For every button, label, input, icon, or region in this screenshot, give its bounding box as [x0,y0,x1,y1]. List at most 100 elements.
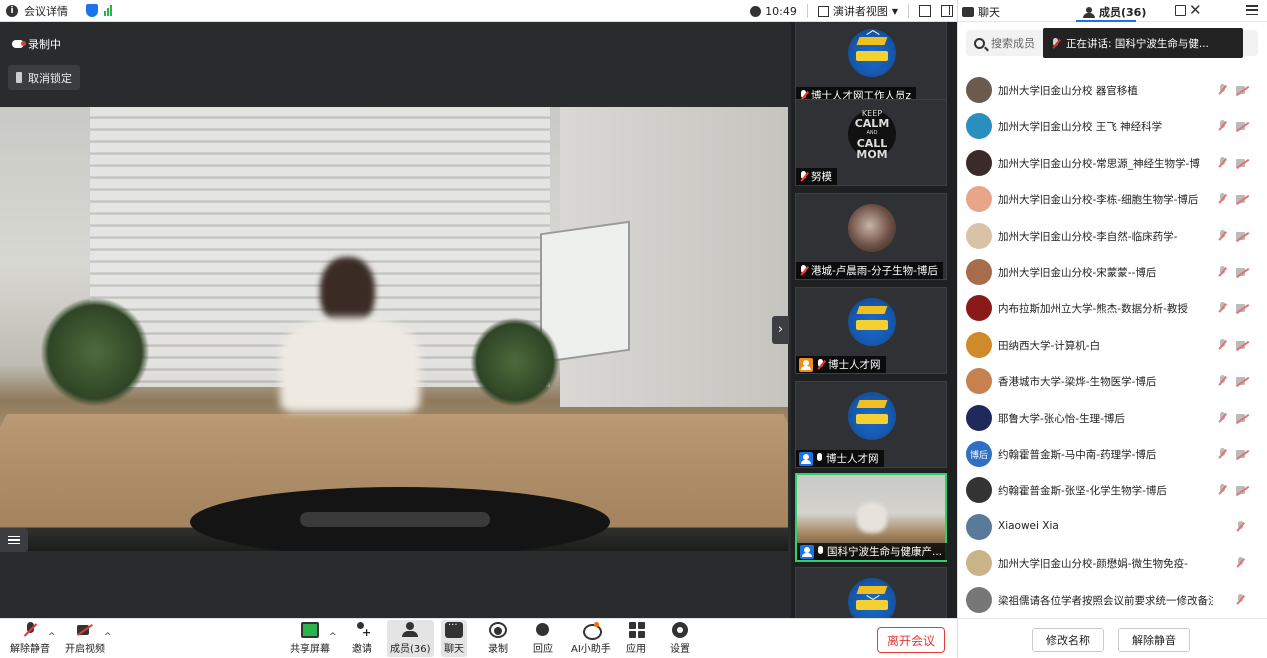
people-icon [1083,6,1095,18]
ai-assistant-button[interactable]: AI小助手 [571,622,611,655]
unmute-self-button[interactable]: 解除静音 [1118,628,1190,652]
camera-off-icon[interactable] [1236,303,1249,313]
hamburger-menu-icon[interactable] [1246,5,1258,15]
mic-muted-icon[interactable] [1218,302,1227,314]
tab-chat[interactable]: 聊天 [962,4,1000,20]
camera-off-icon[interactable] [1236,158,1249,168]
member-row[interactable]: 加州大学旧金山分校-李自然-临床药学- [958,218,1267,254]
video-options-caret-icon[interactable]: ^ [104,632,112,642]
member-row[interactable]: 约翰霍普金斯-张坚-化学生物学-博后 [958,472,1267,508]
members-button[interactable]: 成员(36) [387,620,434,657]
popout-icon[interactable] [1175,5,1186,16]
apps-grid-icon [627,622,645,638]
leave-meeting-button[interactable]: 离开会议 [877,627,945,653]
start-video-button[interactable]: 开启视频 [65,622,105,655]
invite-button[interactable]: 邀请 [352,622,372,655]
member-row[interactable]: 加州大学旧金山分校-颜懋娟-微生物免疫- [958,545,1267,581]
meeting-info-link[interactable]: 会议详情 [24,3,68,19]
signal-icon[interactable] [104,5,112,16]
react-button[interactable]: 回应 [533,622,553,655]
share-screen-label: 共享屏幕 [290,644,330,655]
member-row[interactable]: 内布拉斯加州立大学-熊杰-数据分析-教授 [958,290,1267,326]
share-screen-button[interactable]: 共享屏幕 [290,622,330,655]
participant-tile[interactable]: ︿ 博士人才网工作人员z [795,22,947,105]
mic-muted-icon[interactable] [1218,84,1227,96]
camera-off-icon[interactable] [1236,340,1249,350]
participant-tile[interactable]: 博士人才网 [795,381,947,468]
participant-tile[interactable]: 港城-卢晨雨-分子生物-博后 [795,193,947,280]
mic-muted-icon[interactable] [1236,520,1245,533]
avatar [848,204,896,252]
member-row[interactable]: 梁祖儒请各位学者按照会议前要求统一修改备注：毕业院... [958,582,1267,618]
participant-tile[interactable]: 博士人才网 [795,287,947,374]
chevron-up-icon[interactable]: ︿ [866,22,880,39]
camera-off-icon[interactable] [1236,413,1249,423]
settings-button[interactable]: 设置 [670,622,690,655]
invite-label: 邀请 [352,644,372,655]
mic-icon [817,546,824,557]
participant-tile[interactable]: ﹀ [795,567,947,618]
toggle-sidebar-icon[interactable] [941,5,953,17]
record-button[interactable]: 录制 [488,622,508,655]
member-row[interactable]: 耶鲁大学-张心怡-生理-博后 [958,400,1267,436]
camera-off-icon[interactable] [1236,85,1249,95]
mic-muted-icon[interactable] [1218,156,1227,169]
member-row[interactable]: 田纳西大学-计算机-白 [958,327,1267,363]
mic-muted-icon[interactable] [1218,448,1227,460]
participant-name: 博士人才网 [826,453,879,465]
mic-muted-icon[interactable] [1218,229,1227,242]
participant-tile-active[interactable]: 国科宁波生命与健康产... [795,473,947,562]
member-row[interactable]: 加州大学旧金山分校-常思源_神经生物学-博 [958,145,1267,181]
security-shield-icon[interactable] [86,4,98,17]
member-row[interactable]: 加州大学旧金山分校 器官移植 [958,72,1267,108]
chevron-right-icon[interactable]: › [772,316,789,344]
mic-muted-icon[interactable] [1236,593,1245,606]
unlock-button[interactable]: 取消锁定 [8,65,80,90]
recording-indicator[interactable]: 录制中 [12,36,61,52]
member-name: 田纳西大学-计算机-白 [998,339,1101,352]
camera-off-icon[interactable] [1236,121,1249,131]
camera-off-icon[interactable] [1236,231,1249,241]
camera-off-icon[interactable] [1236,267,1249,277]
camera-off-icon[interactable] [1236,449,1249,459]
member-name: 加州大学旧金山分校-常思源_神经生物学-博 [998,157,1200,170]
member-row[interactable]: 加州大学旧金山分校-宋蒙蒙--博后 [958,254,1267,290]
audio-options-caret-icon[interactable]: ^ [48,632,56,642]
camera-off-icon[interactable] [1236,485,1249,495]
member-row[interactable]: 加州大学旧金山分校 王飞 神经科学 [958,108,1267,144]
camera-off-icon[interactable] [1236,194,1249,204]
member-name: 约翰霍普金斯-张坚-化学生物学-博后 [998,485,1167,498]
panel-footer: 修改名称 解除静音 [958,618,1267,658]
close-icon[interactable]: ✕ [1189,1,1202,19]
tab-members[interactable]: 成员(36) [1083,4,1146,20]
camera-off-icon [76,622,94,638]
mic-muted-icon[interactable] [1218,120,1227,132]
mic-muted-icon[interactable] [1218,375,1227,387]
chat-button[interactable]: 聊天 [441,620,467,657]
mic-muted-icon[interactable] [1218,338,1227,351]
chevron-down-icon[interactable]: ﹀ [866,592,880,612]
camera-off-icon[interactable] [1236,376,1249,386]
member-row[interactable]: 博后 约翰霍普金斯-马中南-药理学-博后 [958,436,1267,472]
mic-muted-icon[interactable] [1218,484,1227,496]
clock-icon [750,5,762,17]
fullscreen-icon[interactable] [919,5,931,17]
unmute-label: 解除静音 [10,644,50,655]
mic-muted-icon[interactable] [1218,193,1227,205]
unmute-button[interactable]: 解除静音 [10,622,50,655]
view-mode-dropdown[interactable]: 演讲者视图 ▼ [817,3,898,19]
member-row[interactable]: 香港城市大学-梁烨-生物医学-博后 [958,363,1267,399]
mic-muted-icon[interactable] [1218,411,1227,424]
participant-tile[interactable]: KEEP CALM AND CALL MOM 努模 [795,99,947,186]
mic-icon [1051,37,1060,49]
info-icon[interactable]: i [6,4,18,17]
member-row[interactable]: Xiaowei Xia [958,509,1267,545]
share-options-caret-icon[interactable]: ^ [329,632,337,642]
mic-muted-icon[interactable] [1236,557,1245,569]
member-row[interactable]: 加州大学旧金山分校-李栋-细胞生物学-博后 [958,181,1267,217]
apps-button[interactable]: 应用 [626,622,646,655]
top-bar: i 会议详情 10:49 演讲者视图 ▼ [0,0,957,22]
participant-list-toggle[interactable] [0,528,28,552]
mic-muted-icon[interactable] [1218,266,1227,278]
rename-button[interactable]: 修改名称 [1032,628,1104,652]
